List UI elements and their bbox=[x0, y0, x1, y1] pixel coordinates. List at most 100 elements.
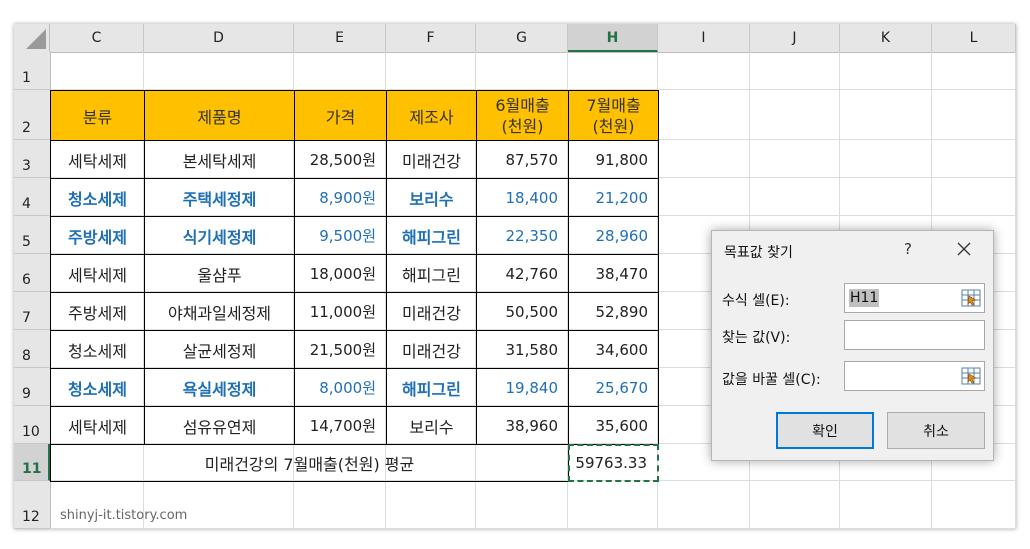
cell-price[interactable]: 11,000원 bbox=[294, 292, 387, 331]
cell-maker[interactable]: 미래건강 bbox=[386, 140, 477, 179]
cell-june-sales[interactable]: 18,400 bbox=[476, 178, 569, 217]
header-category[interactable]: 분류 bbox=[50, 90, 145, 141]
cell-price[interactable]: 8,900원 bbox=[294, 178, 387, 217]
changing-cell-label: 값을 바꿀 셀(C): bbox=[722, 372, 821, 388]
row-header-8[interactable]: 8 bbox=[14, 330, 50, 368]
cell-maker[interactable]: 보리수 bbox=[386, 406, 477, 445]
column-header-E[interactable]: E bbox=[294, 24, 386, 52]
cell-maker[interactable]: 해피그린 bbox=[386, 216, 477, 255]
cell-maker[interactable]: 미래건강 bbox=[386, 292, 477, 331]
cell-category[interactable]: 청소세제 bbox=[50, 368, 145, 407]
row-header-9[interactable]: 9 bbox=[14, 368, 50, 406]
row-header-7[interactable]: 7 bbox=[14, 292, 50, 330]
column-header-J[interactable]: J bbox=[750, 24, 840, 52]
cell-maker[interactable]: 미래건강 bbox=[386, 330, 477, 369]
cell-maker[interactable]: 보리수 bbox=[386, 178, 477, 217]
range-select-icon bbox=[961, 367, 981, 385]
row-header-10[interactable]: 10 bbox=[14, 406, 50, 444]
cell-category[interactable]: 세탁세제 bbox=[50, 406, 145, 445]
cell-maker[interactable]: 해피그린 bbox=[386, 254, 477, 293]
cell-price[interactable]: 18,000원 bbox=[294, 254, 387, 293]
row-header-3[interactable]: 3 bbox=[14, 140, 50, 178]
cell-price[interactable]: 14,700원 bbox=[294, 406, 387, 445]
column-header-I[interactable]: I bbox=[658, 24, 750, 52]
cell-product[interactable]: 울샴푸 bbox=[144, 254, 295, 293]
formula-cell-label: 수식 셀(E): bbox=[722, 293, 790, 309]
column-header-H[interactable]: H bbox=[568, 24, 658, 52]
cell-product[interactable]: 본세탁세제 bbox=[144, 140, 295, 179]
header-july-line1: 7월매출 bbox=[586, 95, 641, 115]
cell-june-sales[interactable]: 22,350 bbox=[476, 216, 569, 255]
target-value-input[interactable] bbox=[844, 320, 985, 350]
cell-product[interactable]: 야채과일세정제 bbox=[144, 292, 295, 331]
header-product[interactable]: 제품명 bbox=[144, 90, 295, 141]
column-header-F[interactable]: F bbox=[386, 24, 476, 52]
formula-cell-ref-button[interactable] bbox=[960, 287, 982, 309]
cell-july-sales[interactable]: 52,890 bbox=[568, 292, 659, 331]
cell-price[interactable]: 28,500원 bbox=[294, 140, 387, 179]
cell-june-sales[interactable]: 31,580 bbox=[476, 330, 569, 369]
cell-product[interactable]: 주택세정제 bbox=[144, 178, 295, 217]
changing-cell-ref-button[interactable] bbox=[960, 365, 982, 387]
row-header-2[interactable]: 2 bbox=[14, 90, 50, 140]
header-june-line1: 6월매출 bbox=[495, 95, 550, 115]
cell-june-sales[interactable]: 38,960 bbox=[476, 406, 569, 445]
cell-product[interactable]: 욕실세정제 bbox=[144, 368, 295, 407]
cell-june-sales[interactable]: 19,840 bbox=[476, 368, 569, 407]
changing-cell-input[interactable] bbox=[844, 361, 985, 391]
cell-category[interactable]: 청소세제 bbox=[50, 178, 145, 217]
row-header-12[interactable]: 12 bbox=[14, 481, 50, 529]
cell-price[interactable]: 21,500원 bbox=[294, 330, 387, 369]
cell-category[interactable]: 세탁세제 bbox=[50, 140, 145, 179]
goal-seek-dialog: 목표값 찾기 ? 수식 셀(E): H11 찾는 값(V): 값을 바꿀 셀(C… bbox=[711, 230, 994, 461]
cancel-button[interactable]: 취소 bbox=[887, 412, 985, 449]
summary-value-active-cell[interactable]: 59763.33 bbox=[568, 444, 659, 482]
cell-july-sales[interactable]: 38,470 bbox=[568, 254, 659, 293]
cell-july-sales[interactable]: 28,960 bbox=[568, 216, 659, 255]
formula-cell-value: H11 bbox=[849, 289, 880, 307]
column-header-L[interactable]: L bbox=[932, 24, 1016, 52]
header-july-sales[interactable]: 7월매출 (천원) bbox=[568, 90, 659, 141]
cell-june-sales[interactable]: 50,500 bbox=[476, 292, 569, 331]
cell-category[interactable]: 주방세제 bbox=[50, 216, 145, 255]
cell-july-sales[interactable]: 91,800 bbox=[568, 140, 659, 179]
select-all-button[interactable] bbox=[14, 24, 50, 52]
cell-product[interactable]: 살균세정제 bbox=[144, 330, 295, 369]
row-header-1[interactable]: 1 bbox=[14, 52, 50, 90]
column-header-C[interactable]: C bbox=[50, 24, 144, 52]
formula-cell-input[interactable]: H11 bbox=[844, 283, 985, 313]
cell-category[interactable]: 세탁세제 bbox=[50, 254, 145, 293]
row-header-5[interactable]: 5 bbox=[14, 216, 50, 254]
header-price[interactable]: 가격 bbox=[294, 90, 387, 141]
cell-july-sales[interactable]: 35,600 bbox=[568, 406, 659, 445]
cell-july-sales[interactable]: 25,670 bbox=[568, 368, 659, 407]
help-button[interactable]: ? bbox=[898, 237, 918, 261]
cell-category[interactable]: 주방세제 bbox=[50, 292, 145, 331]
header-july-line2: (천원) bbox=[592, 116, 635, 136]
row-header-6[interactable]: 6 bbox=[14, 254, 50, 292]
close-icon bbox=[957, 242, 971, 256]
cell-july-sales[interactable]: 21,200 bbox=[568, 178, 659, 217]
cell-june-sales[interactable]: 87,570 bbox=[476, 140, 569, 179]
column-header-D[interactable]: D bbox=[144, 24, 294, 52]
cell-product[interactable]: 식기세정제 bbox=[144, 216, 295, 255]
column-header-K[interactable]: K bbox=[840, 24, 932, 52]
ok-button[interactable]: 확인 bbox=[776, 412, 874, 449]
header-june-sales[interactable]: 6월매출 (천원) bbox=[476, 90, 569, 141]
row-header-4[interactable]: 4 bbox=[14, 178, 50, 216]
cell-july-sales[interactable]: 34,600 bbox=[568, 330, 659, 369]
cell-price[interactable]: 8,000원 bbox=[294, 368, 387, 407]
column-header-G[interactable]: G bbox=[476, 24, 568, 52]
cell-maker[interactable]: 해피그린 bbox=[386, 368, 477, 407]
header-maker[interactable]: 제조사 bbox=[386, 90, 477, 141]
cell-june-sales[interactable]: 42,760 bbox=[476, 254, 569, 293]
cell-category[interactable]: 청소세제 bbox=[50, 330, 145, 369]
row-header-11[interactable]: 11 bbox=[14, 444, 50, 481]
cell-price[interactable]: 9,500원 bbox=[294, 216, 387, 255]
dialog-title: 목표값 찾기 bbox=[724, 245, 793, 261]
close-button[interactable] bbox=[952, 237, 976, 261]
target-value-label: 찾는 값(V): bbox=[722, 330, 791, 346]
summary-label[interactable]: 미래건강의 7월매출(천원) 평균 bbox=[50, 444, 569, 482]
column-headers: CDEFGHIJKL bbox=[14, 24, 1016, 53]
cell-product[interactable]: 섬유유연제 bbox=[144, 406, 295, 445]
